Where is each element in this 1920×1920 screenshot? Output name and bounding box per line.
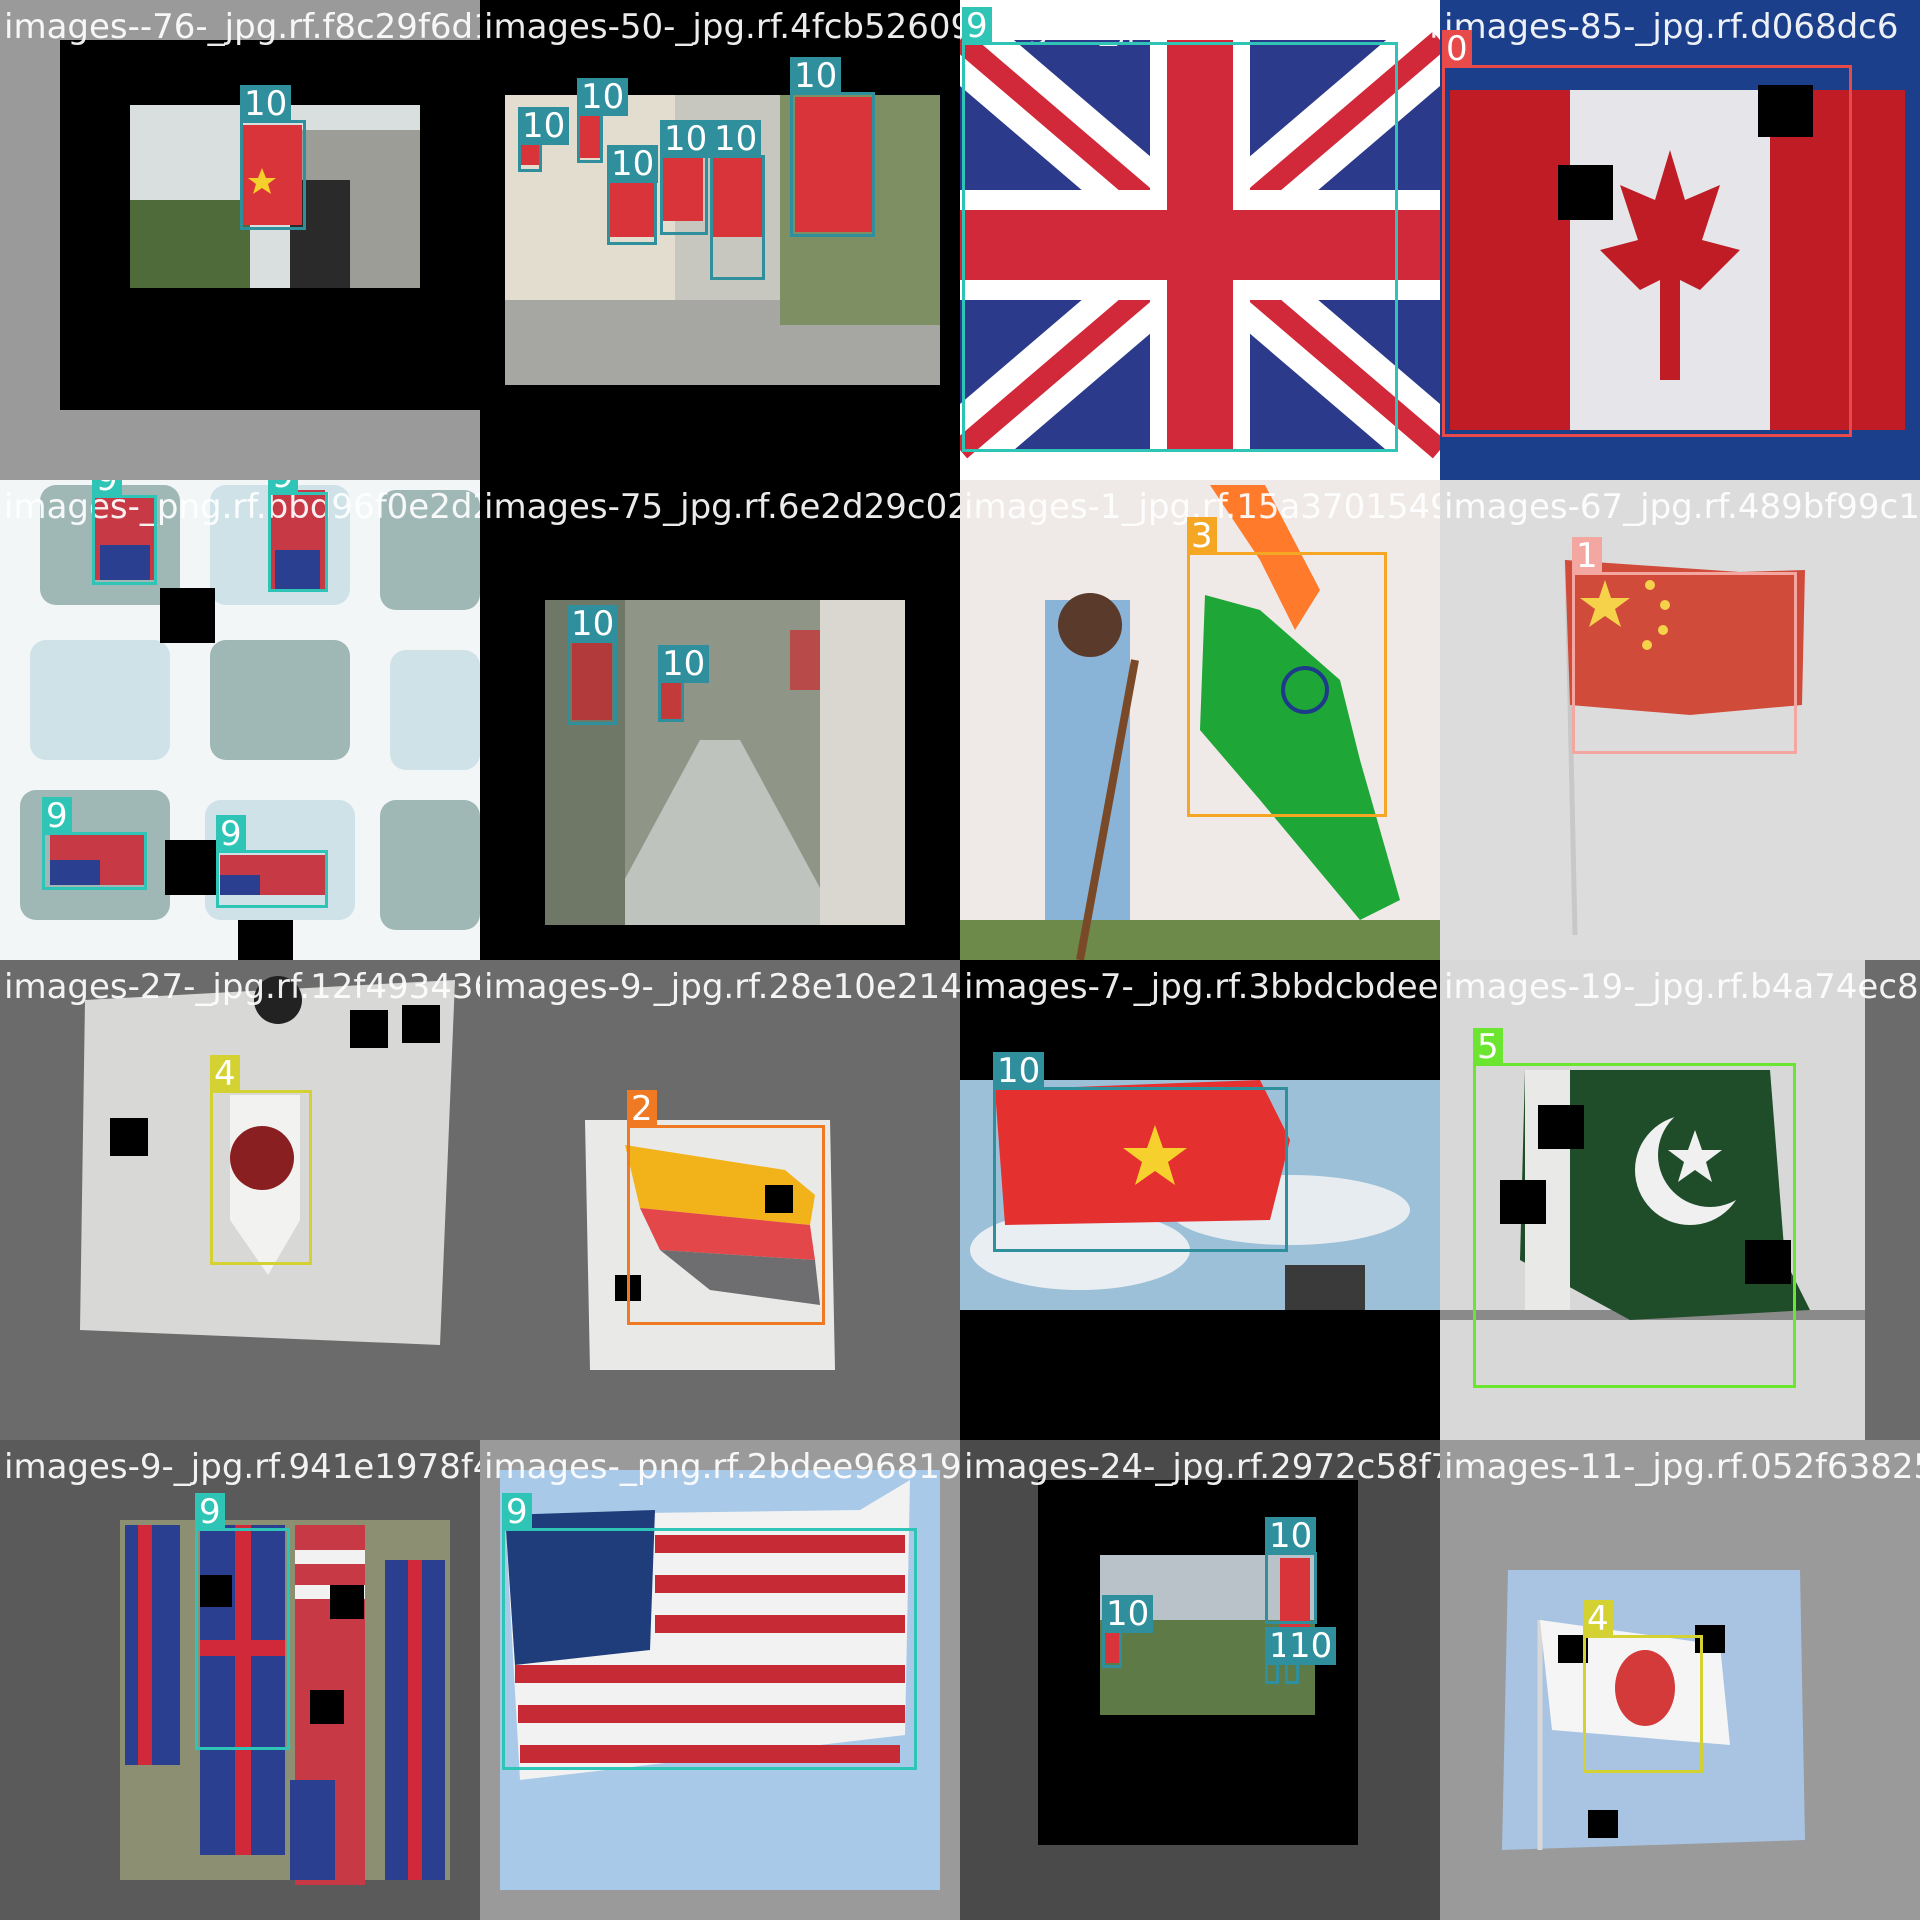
class-label: 9 [216, 815, 246, 853]
class-label: 9 [502, 1493, 532, 1531]
tile-filename: images-_png.rf.bbd96f0e2d28327e [4, 487, 480, 527]
tile-china: images-67_jpg.rf.489bf99c1cb 1 [1440, 480, 1920, 960]
class-label: 10 [607, 145, 659, 183]
detection-box: 9 [216, 815, 328, 908]
detection-box: 4 [1583, 1600, 1703, 1773]
detection-box: 10 [1102, 1595, 1154, 1668]
tile-flags-mixed: images-9-_jpg.rf.941e1978f4e84f562 9 [0, 1440, 480, 1920]
detection-box: 10 [240, 85, 306, 230]
class-label: 10 [567, 605, 619, 643]
tile-filename: images-67_jpg.rf.489bf99c1cb [1444, 487, 1920, 527]
class-label: 0 [1442, 30, 1472, 68]
class-label: 1 [1572, 537, 1602, 575]
detection-box: 9 [962, 7, 1398, 452]
class-label: 10 [1265, 1517, 1317, 1555]
detection-box: 10 [577, 78, 629, 163]
detection-box: 9 [42, 797, 147, 890]
class-label: 10 [1102, 1595, 1154, 1633]
class-label: 10 [790, 57, 842, 95]
tile-photo [545, 600, 905, 925]
detection-box: 10 [1265, 1517, 1317, 1624]
tile-vietnam-street-1: images--76-_jpg.rf.f8c29f6d1c0c8ba532b9f… [0, 0, 480, 480]
class-label: 9 [195, 1493, 225, 1531]
detection-box: 4 [210, 1055, 312, 1265]
tile-vietnam-alley: images-75_jpg.rf.6e2d29c02af01d9e 10 10 [480, 480, 960, 960]
class-label: 4 [1583, 1600, 1613, 1638]
tile-photo [1038, 1480, 1358, 1845]
class-label: 10 [518, 107, 570, 145]
tile-vietnam-sky: images-7-_jpg.rf.3bbdcbdee3f3c3e01b35 10 [960, 960, 1440, 1440]
class-label: 10 [660, 120, 712, 158]
tile-filename: images-_png.rf.2bdee9681955a7722277be3 [484, 1447, 960, 1487]
detection-box: 0 [1442, 30, 1852, 437]
detection-box: 10 [658, 645, 710, 722]
detection-box: 9 [195, 1493, 290, 1750]
detection-box: 5 [1473, 1028, 1796, 1388]
tile-filename: images--76-_jpg.rf.f8c29f6d1c0c8ba532b9f [4, 7, 480, 47]
tile-us-stickers: images-_png.rf.bbd96f0e2d28327e 9 9 9 9 [0, 480, 480, 960]
tile-vietnam-park: images-24-_jpg.rf.2972c58f729e18111d3c7 … [960, 1440, 1440, 1920]
detection-box: 3 [1187, 517, 1387, 817]
detection-box: 9 [502, 1493, 917, 1770]
tile-us-flag: images-_png.rf.2bdee9681955a7722277be3 9 [480, 1440, 960, 1920]
detection-box: 10 [710, 120, 765, 280]
class-label: 10 [240, 85, 292, 123]
tile-filename: images-19-_jpg.rf.b4a74ec8 [1444, 967, 1919, 1007]
class-label: 9 [92, 480, 122, 498]
tile-filename: images-50-_jpg.rf.4fcb52609e523bb22f229e… [484, 7, 960, 47]
class-label: 5 [1473, 1028, 1503, 1066]
detection-box: 10 [1285, 1627, 1337, 1684]
class-label: 10 [1285, 1627, 1337, 1665]
class-label: 9 [268, 480, 298, 495]
class-label: 9 [962, 7, 992, 45]
tile-photo [60, 40, 480, 410]
tile-canada: images-85-_jpg.rf.d068dc6 0 [1440, 0, 1920, 480]
tile-filename: images-85-_jpg.rf.d068dc6 [1444, 7, 1899, 47]
class-label: 10 [658, 645, 710, 683]
detection-box: 10 [993, 1052, 1288, 1252]
tile-filename: images-11-_jpg.rf.052f63825 [1444, 1447, 1920, 1487]
tile-filename: images-7-_jpg.rf.3bbdcbdee3f3c3e01b35 [964, 967, 1440, 1007]
class-label: 9 [42, 797, 72, 835]
detection-box: 9 [92, 480, 157, 585]
detection-box: 10 [607, 145, 659, 245]
detection-box: 1 [1572, 537, 1797, 754]
class-label: 10 [710, 120, 762, 158]
tile-filename: images-75_jpg.rf.6e2d29c02af01d9e [484, 487, 960, 527]
tile-filename: images-9-_jpg.rf.941e1978f4e84f562 [4, 1447, 480, 1487]
class-label: 3 [1187, 517, 1217, 555]
tile-japan-1: images-27-_jpg.rf.12f49343673a5249001567… [0, 960, 480, 1440]
tile-filename: images-27-_jpg.rf.12f49343673a5249001567 [4, 967, 480, 1007]
tile-union-jack: images-_jpg.rf.b22ee092abf09f3b324 9 [960, 0, 1440, 480]
detection-box: 10 [518, 107, 570, 172]
class-label: 10 [993, 1052, 1045, 1090]
detection-box: 10 [660, 120, 712, 235]
tile-germany: images-9-_jpg.rf.28e10e214b7d69307d 2 [480, 960, 960, 1440]
detection-box: 10 [567, 605, 619, 725]
tile-vietnam-street-2: images-50-_jpg.rf.4fcb52609e523bb22f229e… [480, 0, 960, 480]
detection-box: 2 [627, 1090, 825, 1325]
detection-box: 1 [1265, 1627, 1295, 1684]
tile-japan-2: images-11-_jpg.rf.052f63825 4 [1440, 1440, 1920, 1920]
class-label: 10 [577, 78, 629, 116]
tile-filename: images-9-_jpg.rf.28e10e214b7d69307d [484, 967, 960, 1007]
class-label: 4 [210, 1055, 240, 1093]
tile-pakistan: images-19-_jpg.rf.b4a74ec8 5 [1440, 960, 1920, 1440]
training-batch-mosaic: images--76-_jpg.rf.f8c29f6d1c0c8ba532b9f… [0, 0, 1920, 1920]
detection-box: 10 [790, 57, 875, 237]
tile-filename: images-24-_jpg.rf.2972c58f729e18111d3c7 [964, 1447, 1440, 1487]
class-label: 2 [627, 1090, 657, 1128]
tile-filename: images-_jpg.rf.b22ee092abf09f3b324 [964, 7, 1440, 47]
detection-box: 9 [268, 480, 328, 592]
tile-india: images-1_jpg.rf.15a37015498285087 3 [960, 480, 1440, 960]
